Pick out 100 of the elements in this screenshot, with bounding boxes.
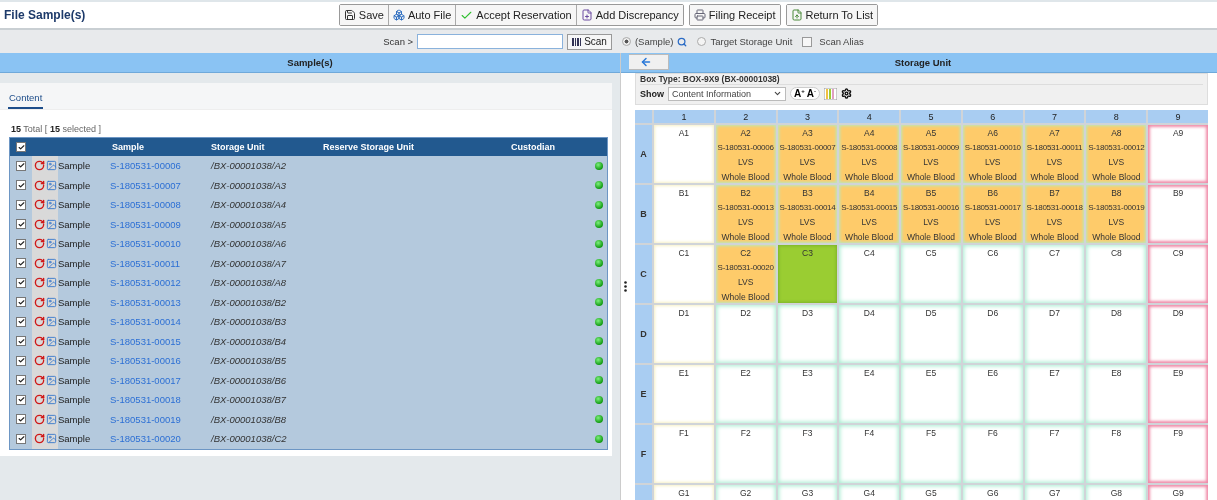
storage-position[interactable]: D9 (1148, 305, 1208, 363)
storage-position[interactable]: A8 S-180531-00012 LVS Whole Blood (1086, 125, 1147, 183)
toolbar-button[interactable]: Filing Receipt (689, 5, 780, 25)
storage-position[interactable]: D8 (1086, 305, 1147, 363)
storage-position[interactable]: D5 (901, 305, 961, 363)
toolbar-button[interactable]: Return To List (786, 5, 878, 25)
row-checkbox[interactable] (16, 414, 26, 425)
storage-position[interactable]: D6 (962, 305, 1023, 363)
row-checkbox[interactable] (16, 258, 26, 269)
storage-position[interactable]: A1 (654, 125, 714, 183)
collapse-button[interactable] (629, 54, 669, 70)
storage-position[interactable]: F3 (777, 425, 838, 483)
image-icon[interactable] (46, 218, 57, 230)
storage-position[interactable]: B7 S-180531-00018 LVS Whole Blood (1024, 185, 1085, 243)
image-icon[interactable] (46, 413, 57, 425)
refresh-icon[interactable] (34, 277, 45, 289)
storage-position[interactable]: E9 (1148, 365, 1208, 423)
storage-position[interactable]: B2 S-180531-00013 LVS Whole Blood (715, 185, 776, 243)
row-checkbox[interactable] (16, 433, 26, 444)
row-checkbox[interactable] (16, 277, 26, 288)
storage-position[interactable]: C1 (654, 245, 714, 303)
storage-position[interactable]: G1 (654, 485, 714, 500)
storage-position[interactable]: E7 (1024, 365, 1085, 423)
image-icon[interactable] (46, 394, 57, 406)
storage-position[interactable]: E4 (839, 365, 900, 423)
refresh-icon[interactable] (34, 413, 45, 425)
refresh-icon[interactable] (34, 218, 45, 230)
refresh-icon[interactable] (34, 257, 45, 269)
storage-position[interactable]: G6 (962, 485, 1023, 500)
storage-position[interactable]: F7 (1024, 425, 1085, 483)
row-checkbox[interactable] (16, 316, 26, 327)
storage-position[interactable]: F2 (715, 425, 776, 483)
scan-mode-radio[interactable]: (Sample) (621, 36, 674, 47)
storage-position[interactable]: F1 (654, 425, 714, 483)
row-checkbox[interactable] (16, 238, 26, 249)
color-columns-icon[interactable] (824, 87, 837, 100)
storage-position[interactable]: C7 (1024, 245, 1085, 303)
row-checkbox[interactable] (16, 160, 26, 171)
refresh-icon[interactable] (34, 355, 45, 367)
storage-position[interactable]: D4 (839, 305, 900, 363)
storage-position[interactable]: D1 (654, 305, 714, 363)
storage-position[interactable]: D2 (715, 305, 776, 363)
row-checkbox[interactable] (16, 375, 26, 386)
row-checkbox[interactable] (16, 394, 26, 405)
scan-mode-radio[interactable]: Target Storage Unit (697, 36, 793, 47)
font-size-button[interactable]: A$^{-}$ (806, 87, 816, 100)
image-icon[interactable] (46, 179, 57, 191)
storage-position[interactable]: B3 S-180531-00014 LVS Whole Blood (777, 185, 838, 243)
row-checkbox[interactable] (16, 355, 26, 366)
scan-input-field[interactable] (417, 34, 564, 49)
storage-position[interactable]: E8 (1086, 365, 1147, 423)
scan-alias-checkbox[interactable] (802, 36, 813, 47)
storage-position[interactable]: A3 S-180531-00007 LVS Whole Blood (777, 125, 838, 183)
storage-position[interactable]: C3 (777, 245, 838, 303)
image-icon[interactable] (46, 257, 57, 269)
row-checkbox[interactable] (16, 336, 26, 347)
refresh-icon[interactable] (34, 316, 45, 328)
scan-button[interactable]: Scan (567, 33, 612, 50)
storage-position[interactable]: F8 (1086, 425, 1147, 483)
storage-position[interactable]: G9 (1148, 485, 1208, 500)
storage-position[interactable]: A2 S-180531-00006 LVS Whole Blood (715, 125, 776, 183)
search-icon[interactable] (677, 36, 688, 47)
storage-position[interactable]: B8 S-180531-00019 LVS Whole Blood (1086, 185, 1147, 243)
storage-position[interactable]: G7 (1024, 485, 1085, 500)
row-checkbox[interactable] (16, 199, 26, 210)
storage-position[interactable]: G3 (777, 485, 838, 500)
storage-position[interactable]: C8 (1086, 245, 1147, 303)
settings-icon[interactable] (841, 88, 852, 99)
storage-position[interactable]: B4 S-180531-00015 LVS Whole Blood (839, 185, 900, 243)
image-icon[interactable] (46, 160, 57, 172)
storage-position[interactable]: E5 (901, 365, 961, 423)
storage-position[interactable]: G2 (715, 485, 776, 500)
storage-position[interactable]: A7 S-180531-00011 LVS Whole Blood (1024, 125, 1085, 183)
storage-position[interactable]: C6 (962, 245, 1023, 303)
refresh-icon[interactable] (34, 374, 45, 386)
toolbar-button[interactable]: Add Discrepancy (575, 5, 683, 25)
storage-position[interactable]: A4 S-180531-00008 LVS Whole Blood (839, 125, 900, 183)
image-icon[interactable] (46, 374, 57, 386)
row-checkbox[interactable] (16, 180, 26, 191)
storage-position[interactable]: E3 (777, 365, 838, 423)
grip-dots-icon[interactable] (623, 281, 627, 292)
storage-position[interactable]: D7 (1024, 305, 1085, 363)
storage-position[interactable]: B1 (654, 185, 714, 243)
image-icon[interactable] (46, 199, 57, 211)
storage-position[interactable]: A6 S-180531-00010 LVS Whole Blood (962, 125, 1023, 183)
refresh-icon[interactable] (34, 394, 45, 406)
image-icon[interactable] (46, 335, 57, 347)
refresh-icon[interactable] (34, 296, 45, 308)
image-icon[interactable] (46, 238, 57, 250)
row-checkbox[interactable] (16, 219, 26, 230)
refresh-icon[interactable] (34, 179, 45, 191)
storage-position[interactable]: B9 (1148, 185, 1208, 243)
select-all-checkbox[interactable] (16, 142, 26, 152)
storage-position[interactable]: F9 (1148, 425, 1208, 483)
storage-position[interactable]: E2 (715, 365, 776, 423)
storage-position[interactable]: G8 (1086, 485, 1147, 500)
storage-position[interactable]: C4 (839, 245, 900, 303)
storage-position[interactable]: A5 S-180531-00009 LVS Whole Blood (901, 125, 961, 183)
refresh-icon[interactable] (34, 199, 45, 211)
content-tab[interactable]: Content (8, 88, 44, 109)
